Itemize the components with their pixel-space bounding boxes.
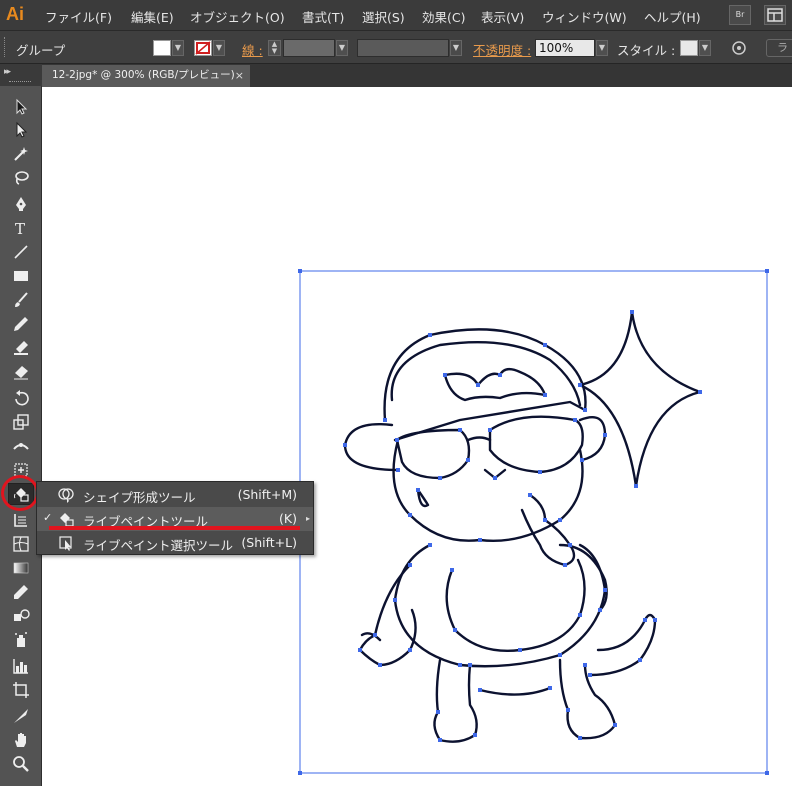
artboard-tool[interactable] bbox=[8, 679, 34, 701]
flyout-item-shortcut: (K) bbox=[279, 511, 297, 526]
flyout-item-live-paint-selection[interactable]: ライブペイント選択ツール (Shift+L) bbox=[37, 531, 313, 555]
live-paint-selection-icon bbox=[59, 536, 72, 551]
graphic-style-swatch[interactable] bbox=[680, 40, 698, 56]
document-tab[interactable]: 12-2jpg* @ 300% (RGB/プレビュー) × bbox=[42, 65, 250, 87]
blend-tool[interactable] bbox=[8, 605, 34, 627]
workspace-switcher-button[interactable] bbox=[764, 5, 786, 25]
slice-tool[interactable] bbox=[8, 705, 34, 727]
rotate-tool[interactable] bbox=[8, 387, 34, 409]
selection-type-label: グループ bbox=[16, 43, 66, 58]
pen-tool[interactable] bbox=[8, 193, 34, 215]
hand-tool[interactable] bbox=[8, 729, 34, 751]
opacity-input[interactable]: 100% bbox=[535, 39, 595, 57]
shape-builder-icon bbox=[58, 488, 74, 503]
symbol-sprayer-tool[interactable] bbox=[8, 629, 34, 651]
menu-select[interactable]: 選択(S) bbox=[362, 7, 405, 26]
opacity-label[interactable]: 不透明度 : bbox=[473, 40, 531, 59]
no-stroke-icon bbox=[195, 41, 211, 55]
variable-width-profile[interactable] bbox=[357, 39, 449, 57]
menu-view[interactable]: 表示(V) bbox=[481, 7, 524, 26]
gradient-tool[interactable] bbox=[8, 557, 34, 579]
flyout-item-shape-builder[interactable]: シェイプ形成ツール (Shift+M) bbox=[37, 483, 313, 507]
menu-bar: Ai ファイル(F) 編集(E) オブジェクト(O) 書式(T) 選択(S) 効… bbox=[0, 0, 792, 31]
fill-swatch[interactable] bbox=[153, 40, 171, 56]
annotation-underline bbox=[49, 526, 300, 530]
line-segment-tool[interactable] bbox=[8, 241, 34, 263]
magic-wand-tool[interactable] bbox=[8, 143, 34, 165]
mesh-tool[interactable] bbox=[8, 533, 34, 555]
flyout-item-label: ライブペイント選択ツール bbox=[83, 538, 234, 553]
variable-width-dropdown[interactable]: ▼ bbox=[450, 40, 462, 56]
tools-panel: ▸▸ T bbox=[0, 64, 42, 786]
menu-help[interactable]: ヘルプ(H) bbox=[644, 7, 701, 26]
bridge-button[interactable]: Br bbox=[729, 5, 751, 25]
document-tab-title: 12-2jpg* @ 300% (RGB/プレビュー) bbox=[52, 69, 235, 81]
lasso-tool[interactable] bbox=[8, 167, 34, 189]
fill-dropdown[interactable]: ▼ bbox=[172, 40, 184, 56]
selection-tool[interactable] bbox=[8, 96, 34, 118]
direct-selection-tool[interactable] bbox=[8, 119, 34, 141]
eraser-tool[interactable] bbox=[8, 361, 34, 383]
monkey-illustration[interactable] bbox=[42, 87, 792, 786]
scale-tool[interactable] bbox=[8, 411, 34, 433]
document-setup-icon[interactable] bbox=[731, 40, 747, 56]
flyout-item-shortcut: (Shift+L) bbox=[241, 535, 297, 550]
tools-panel-grip[interactable] bbox=[9, 81, 31, 84]
width-tool[interactable] bbox=[8, 435, 34, 457]
stroke-weight-dropdown[interactable]: ▼ bbox=[336, 40, 348, 56]
collapse-panel-icon[interactable]: ▸▸ bbox=[4, 67, 11, 77]
type-tool[interactable]: T bbox=[8, 217, 34, 239]
eyedropper-tool[interactable] bbox=[8, 581, 34, 603]
artboard-canvas[interactable] bbox=[42, 87, 792, 786]
blob-brush-tool[interactable] bbox=[8, 337, 34, 359]
paintbrush-tool[interactable] bbox=[8, 289, 34, 311]
overflow-button[interactable]: ラ bbox=[766, 39, 792, 57]
close-tab-button[interactable]: × bbox=[235, 65, 244, 86]
document-tab-bar: 12-2jpg* @ 300% (RGB/プレビュー) × bbox=[42, 64, 792, 87]
stroke-swatch[interactable] bbox=[194, 40, 212, 56]
checkmark-icon: ✓ bbox=[43, 511, 53, 524]
flyout-item-label: シェイプ形成ツール bbox=[83, 490, 196, 505]
menu-file[interactable]: ファイル(F) bbox=[45, 7, 112, 26]
rectangle-tool[interactable] bbox=[8, 265, 34, 287]
menu-effect[interactable]: 効果(C) bbox=[422, 7, 465, 26]
annotation-circle bbox=[1, 475, 39, 511]
menu-edit[interactable]: 編集(E) bbox=[131, 7, 174, 26]
column-graph-tool[interactable] bbox=[8, 655, 34, 677]
flyout-item-shortcut: (Shift+M) bbox=[237, 487, 297, 502]
stroke-weight-field[interactable] bbox=[283, 39, 335, 57]
opacity-dropdown[interactable]: ▼ bbox=[596, 40, 608, 56]
submenu-arrow-icon: ▸ bbox=[306, 514, 311, 523]
stroke-weight-label[interactable]: 線 : bbox=[242, 40, 263, 59]
tool-flyout-menu: シェイプ形成ツール (Shift+M) ✓ ライブペイントツール (K) ライブ… bbox=[36, 481, 314, 555]
style-label: スタイル : bbox=[617, 43, 676, 58]
control-bar-grip[interactable] bbox=[4, 37, 7, 57]
menu-window[interactable]: ウィンドウ(W) bbox=[542, 7, 627, 26]
app-logo: Ai bbox=[6, 4, 24, 24]
control-bar: グループ ▼ ▼ 線 : ▲ ▼ ▼ ▼ 不透明度 : 100% ▼ スタイル :… bbox=[0, 31, 792, 64]
stroke-dropdown[interactable]: ▼ bbox=[213, 40, 225, 56]
zoom-tool[interactable] bbox=[8, 753, 34, 775]
tools-panel-header: ▸▸ bbox=[0, 64, 42, 86]
graphic-style-dropdown[interactable]: ▼ bbox=[699, 40, 711, 56]
perspective-grid-tool[interactable] bbox=[8, 509, 34, 531]
svg-text:T: T bbox=[15, 220, 25, 237]
stroke-weight-spinner[interactable]: ▲ ▼ bbox=[268, 40, 281, 56]
menu-object[interactable]: オブジェクト(O) bbox=[190, 7, 285, 26]
menu-type[interactable]: 書式(T) bbox=[302, 7, 344, 26]
pencil-tool[interactable] bbox=[8, 313, 34, 335]
layout-icon bbox=[767, 8, 783, 22]
